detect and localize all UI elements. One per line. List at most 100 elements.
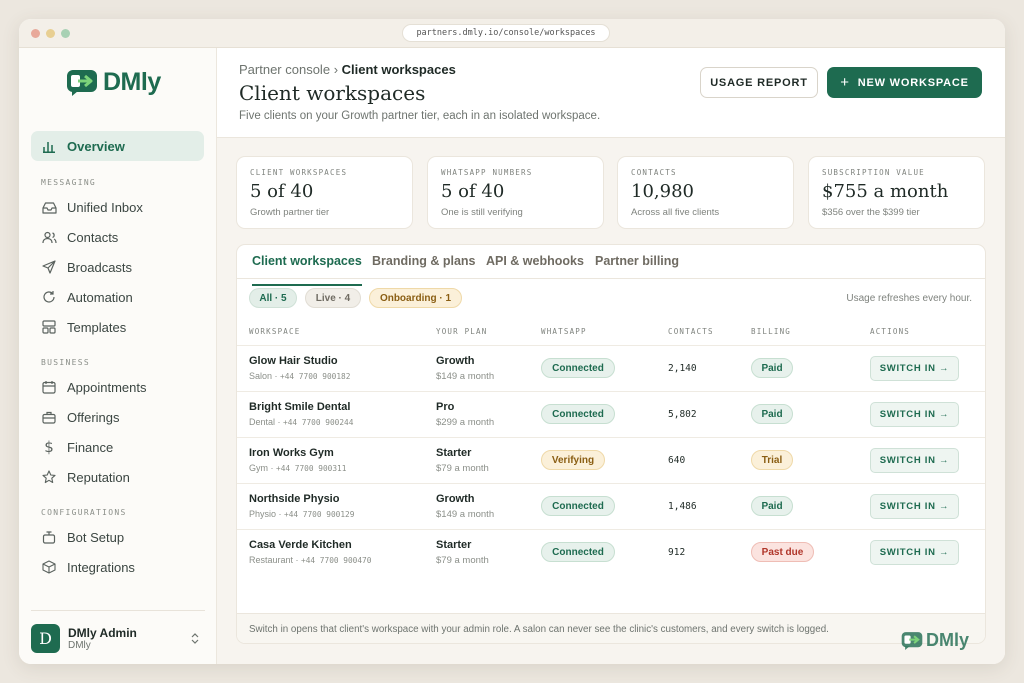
switch-in-button[interactable]: SWITCH IN → xyxy=(870,402,959,427)
contacts-count: 5,802 xyxy=(668,409,697,420)
breadcrumb-parent[interactable]: Partner console xyxy=(239,62,330,77)
column-header-billing: BILLING xyxy=(751,327,792,336)
workspace-phone: +44 7700 900182 xyxy=(280,372,351,381)
stat-note: Growth partner tier xyxy=(250,207,330,218)
column-header-whatsapp: WHATSAPP xyxy=(541,327,587,336)
usage-report-button[interactable]: USAGE REPORT xyxy=(700,67,818,98)
avatar: D xyxy=(31,624,60,653)
browser-window: partners.dmly.io/console/workspaces DMly… xyxy=(19,19,1005,664)
stat-card-subscription-value: SUBSCRIPTION VALUE $755 a month $356 ove… xyxy=(808,156,985,229)
switch-in-label: SWITCH IN xyxy=(879,455,936,466)
workspace-meta: Dental · +44 7700 900244 xyxy=(249,417,354,427)
column-header-workspace: WORKSPACE xyxy=(249,327,301,336)
sidebar-item-label: Reputation xyxy=(67,469,130,485)
stat-label: CLIENT WORKSPACES xyxy=(250,168,348,177)
filter-chip-onboarding[interactable]: Onboarding · 1 xyxy=(369,288,462,308)
plan-price: $149 a month xyxy=(436,371,495,382)
stat-value: 5 of 40 xyxy=(250,181,314,202)
sidebar-item-automation[interactable]: Automation xyxy=(31,282,204,312)
maximize-dot[interactable] xyxy=(61,29,70,38)
section-label-messaging: MESSAGING xyxy=(41,178,97,187)
refresh-icon xyxy=(41,289,57,305)
workspace-type: Salon xyxy=(249,371,273,381)
section-label-configurations: CONFIGURATIONS xyxy=(41,508,127,517)
sidebar-item-label: Finance xyxy=(67,439,114,455)
switch-in-button[interactable]: SWITCH IN → xyxy=(870,448,959,473)
breadcrumb-separator: › xyxy=(333,62,342,77)
arrow-right-icon: → xyxy=(939,547,950,558)
sidebar-item-label: Appointments xyxy=(67,379,147,395)
plan-price: $299 a month xyxy=(436,417,495,428)
workspace-name: Casa Verde Kitchen xyxy=(249,539,352,551)
stat-card-contacts: CONTACTS 10,980 Across all five clients xyxy=(617,156,794,229)
sidebar-item-integrations[interactable]: Integrations xyxy=(31,552,204,582)
sidebar-item-templates[interactable]: Templates xyxy=(31,312,204,342)
switch-in-button[interactable]: SWITCH IN → xyxy=(870,356,959,381)
stat-value: 10,980 xyxy=(631,181,694,202)
whatsapp-status-badge: Connected xyxy=(541,404,615,424)
user-menu[interactable]: D DMly Admin DMly xyxy=(31,610,205,660)
sidebar-item-label: Unified Inbox xyxy=(67,199,143,215)
plan-name: Pro xyxy=(436,401,455,413)
tab-api-webhooks[interactable]: API & webhooks xyxy=(486,254,584,278)
column-header-plan: YOUR PLAN xyxy=(436,327,488,336)
calendar-icon xyxy=(41,379,57,395)
sidebar-item-reputation[interactable]: Reputation xyxy=(31,462,204,492)
whatsapp-status-badge: Connected xyxy=(541,496,615,516)
sidebar-item-unified-inbox[interactable]: Unified Inbox xyxy=(31,192,204,222)
sidebar-item-bot-setup[interactable]: Bot Setup xyxy=(31,522,204,552)
plan-name: Growth xyxy=(436,493,475,505)
stat-card-client-workspaces: CLIENT WORKSPACES 5 of 40 Growth partner… xyxy=(236,156,413,229)
workspace-phone: +44 7700 900244 xyxy=(283,418,354,427)
sidebar-item-contacts[interactable]: Contacts xyxy=(31,222,204,252)
refresh-note: Usage refreshes every hour. xyxy=(846,293,972,304)
send-icon xyxy=(41,259,57,275)
dmly-watermark-icon xyxy=(901,631,923,650)
filter-chip-live[interactable]: Live · 4 xyxy=(305,288,361,308)
whatsapp-status-badge: Connected xyxy=(541,542,615,562)
switch-in-button[interactable]: SWITCH IN → xyxy=(870,540,959,565)
stat-note: $356 over the $399 tier xyxy=(822,207,920,218)
breadcrumb: Partner console › Client workspaces xyxy=(239,62,456,77)
close-dot[interactable] xyxy=(31,29,40,38)
switch-in-label: SWITCH IN xyxy=(879,501,936,512)
tab-partner-billing[interactable]: Partner billing xyxy=(595,254,679,278)
plan-name: Growth xyxy=(436,355,475,367)
new-workspace-button[interactable]: + NEW WORKSPACE xyxy=(827,67,982,98)
plan-price: $149 a month xyxy=(436,509,495,520)
plus-icon: + xyxy=(840,74,850,91)
new-workspace-label: NEW WORKSPACE xyxy=(857,76,969,89)
plan-price: $79 a month xyxy=(436,555,489,566)
tab-branding-plans[interactable]: Branding & plans xyxy=(372,254,475,278)
tab-client-workspaces[interactable]: Client workspaces xyxy=(252,254,362,286)
sidebar-item-broadcasts[interactable]: Broadcasts xyxy=(31,252,204,282)
plan-name: Starter xyxy=(436,447,472,459)
section-label-business: BUSINESS xyxy=(41,358,90,367)
workspace-name: Northside Physio xyxy=(249,493,340,505)
sidebar-item-overview[interactable]: Overview xyxy=(31,131,204,161)
logo-text: DMly xyxy=(103,68,161,96)
sidebar-item-label: Automation xyxy=(67,289,133,305)
stat-value: $755 a month xyxy=(822,181,949,202)
contacts-count: 2,140 xyxy=(668,363,697,374)
plan-name: Starter xyxy=(436,539,472,551)
dmly-logo[interactable]: DMly xyxy=(66,68,161,97)
sidebar-item-appointments[interactable]: Appointments xyxy=(31,372,204,402)
column-header-contacts: CONTACTS xyxy=(668,327,714,336)
workspace-type: Gym xyxy=(249,463,268,473)
minimize-dot[interactable] xyxy=(46,29,55,38)
url-bar[interactable]: partners.dmly.io/console/workspaces xyxy=(402,24,610,42)
page-header: Partner console › Client workspaces Clie… xyxy=(217,48,1005,138)
sidebar-item-label: Broadcasts xyxy=(67,259,133,275)
sidebar-item-finance[interactable]: $ Finance xyxy=(31,432,204,462)
table-row: Casa Verde Kitchen Restaurant · +44 7700… xyxy=(237,529,985,575)
filter-chip-all[interactable]: All · 5 xyxy=(249,288,297,308)
users-icon xyxy=(41,229,57,245)
switch-in-button[interactable]: SWITCH IN → xyxy=(870,494,959,519)
sidebar-item-offerings[interactable]: Offerings xyxy=(31,402,204,432)
stat-value: 5 of 40 xyxy=(441,181,505,202)
switch-in-label: SWITCH IN xyxy=(879,409,936,420)
stat-card-whatsapp-numbers: WHATSAPP NUMBERS 5 of 40 One is still ve… xyxy=(427,156,604,229)
watermark-text: DMly xyxy=(926,630,970,650)
dmly-watermark-logo: DMly xyxy=(901,630,969,651)
